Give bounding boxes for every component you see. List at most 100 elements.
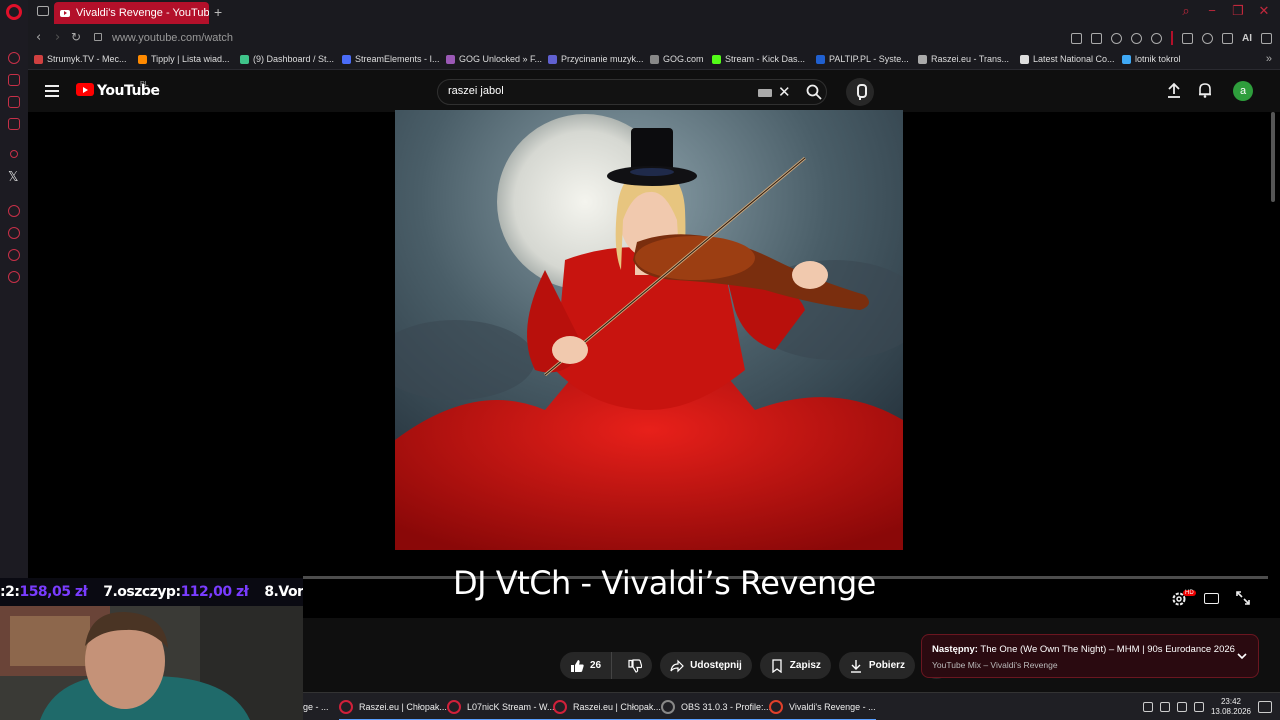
like-count: 26	[590, 660, 602, 671]
youtube-wordmark[interactable]: YouTube	[97, 83, 160, 99]
percent-icon[interactable]	[10, 150, 18, 158]
search-box[interactable]: raszei jabol ✕	[437, 79, 827, 105]
bookmark-favicon-icon	[1122, 54, 1131, 64]
opera-logo-icon[interactable]	[6, 4, 22, 20]
voice-search-button[interactable]	[846, 78, 874, 106]
bag-icon[interactable]	[8, 74, 20, 86]
tray-app-icon[interactable]	[1142, 702, 1153, 712]
next-up-card[interactable]: Następny: The One (We Own The Night) – M…	[921, 634, 1259, 678]
new-tab-button[interactable]: +	[214, 4, 222, 20]
ticker-prefix: 8.Vor	[264, 584, 303, 600]
keyboard-icon[interactable]	[758, 89, 772, 97]
forward-icon[interactable]: ›	[55, 30, 60, 45]
bookmark-item[interactable]: GOG.com	[650, 54, 704, 64]
clock[interactable]: 23:42 13.08.2026	[1211, 697, 1251, 717]
chevron-down-icon[interactable]	[1236, 650, 1248, 662]
menu-icon[interactable]	[1261, 32, 1272, 44]
player-icon[interactable]	[8, 205, 20, 217]
taskbar-item[interactable]: L07nicK Stream - W...	[447, 697, 555, 720]
youtube-header: YouTube PL raszei jabol ✕ a	[28, 70, 1280, 112]
bookmark-item[interactable]: Stream - Kick Das...	[712, 54, 805, 64]
notifications-icon[interactable]	[1258, 701, 1272, 713]
video-player[interactable]: DJ VtCh - Vivaldi’s Revenge HD	[28, 110, 1280, 618]
heart-icon[interactable]	[1151, 32, 1162, 44]
save-label: Zapisz	[789, 660, 821, 671]
tab-youtube[interactable]: Vivaldi's Revenge - YouTube	[54, 2, 209, 24]
bookmark-item[interactable]: lotnik tokrol	[1122, 54, 1181, 64]
taskbar-item[interactable]: Raszei.eu | Chłopak...	[553, 697, 661, 720]
microphone-icon[interactable]	[1193, 702, 1204, 712]
play-icon[interactable]	[1131, 32, 1142, 44]
maximize-button[interactable]: ❐	[1232, 4, 1244, 17]
aria-ai-button[interactable]: AI	[1242, 33, 1252, 44]
bookmark-item[interactable]: Latest National Co...	[1020, 54, 1115, 64]
bookmark-item[interactable]: PALTIP.PL - Syste...	[816, 54, 909, 64]
bookmark-label: Latest National Co...	[1033, 54, 1115, 64]
notifications-bell-icon[interactable]	[1198, 82, 1212, 98]
bookmark-label: lotnik tokrol	[1135, 54, 1181, 64]
dislike-button[interactable]	[618, 652, 652, 679]
taskbar-item[interactable]: Vivaldi's Revenge - ...	[769, 697, 876, 720]
save-button[interactable]: Zapisz	[759, 652, 831, 679]
bookmark-favicon-icon	[650, 54, 659, 64]
tab-title: Vivaldi's Revenge - YouTube	[76, 7, 209, 19]
bookmark-item[interactable]: Strumyk.TV - Mec...	[34, 54, 127, 64]
close-window-button[interactable]: ✕	[1258, 4, 1270, 17]
download-icon[interactable]	[1222, 32, 1233, 44]
bookmark-favicon-icon	[816, 54, 825, 64]
bookmark-item[interactable]: Przycinanie muzyk...	[548, 54, 644, 64]
shield-icon[interactable]	[1111, 32, 1122, 44]
reload-icon[interactable]: ↻	[71, 30, 81, 44]
taskbar-item-label: ge - ...	[303, 702, 329, 712]
bookmark-item[interactable]: GOG Unlocked » F...	[446, 54, 542, 64]
bookmark-item[interactable]: Tipply | Lista wiad...	[138, 54, 230, 64]
url-field[interactable]: www.youtube.com/watch	[112, 32, 233, 44]
messenger-icon[interactable]	[8, 96, 20, 108]
share-button[interactable]: Udostępnij	[660, 652, 752, 679]
page-scrollbar[interactable]	[1271, 112, 1275, 202]
avatar[interactable]: a	[1233, 81, 1253, 101]
progress-bar[interactable]	[303, 576, 1268, 579]
bookmark-label: Tipply | Lista wiad...	[151, 54, 230, 64]
profile-icon[interactable]	[1202, 32, 1213, 44]
taskbar-item[interactable]: OBS 31.0.3 - Profile:...	[661, 697, 772, 720]
bookmark-item[interactable]: StreamElements - I...	[342, 54, 440, 64]
back-icon[interactable]: ‹	[36, 30, 41, 45]
like-button[interactable]: 26	[560, 652, 613, 679]
clear-search-icon[interactable]: ✕	[778, 83, 791, 101]
upload-icon[interactable]	[1167, 82, 1181, 98]
volume-icon[interactable]	[1159, 702, 1170, 712]
history-icon[interactable]	[8, 227, 20, 239]
youtube-logo-icon[interactable]	[76, 83, 94, 96]
minimize-button[interactable]: −	[1206, 4, 1218, 17]
snapshot-icon[interactable]	[1091, 32, 1102, 44]
search-tabs-icon[interactable]: ⌕	[1180, 4, 1192, 17]
whatsapp-icon[interactable]	[8, 249, 20, 261]
bookmark-item[interactable]: (9) Dashboard / St...	[240, 54, 334, 64]
taskbar-item[interactable]: Raszei.eu | Chłopak...	[339, 697, 447, 720]
bookmark-item[interactable]: Raszei.eu - Trans...	[918, 54, 1009, 64]
taskbar-item[interactable]: ge - ...	[303, 697, 329, 717]
bookmark-label: Raszei.eu - Trans...	[931, 54, 1010, 64]
pin-icon[interactable]	[1071, 32, 1082, 44]
settings-icon[interactable]	[8, 271, 20, 283]
vk-icon[interactable]	[8, 118, 20, 130]
bookmark-label: GOG Unlocked » F...	[459, 54, 543, 64]
tab-overview-icon[interactable]	[37, 6, 49, 16]
theater-mode-icon[interactable]	[1204, 593, 1219, 604]
search-input[interactable]: raszei jabol	[448, 85, 504, 97]
address-bar: ‹ › ↻ www.youtube.com/watch AI	[28, 26, 1280, 50]
search-icon[interactable]	[806, 84, 822, 100]
app-icon	[661, 700, 675, 714]
lock-icon[interactable]	[94, 33, 102, 41]
taskbar-item-label: Vivaldi's Revenge - ...	[789, 702, 876, 712]
ticker-amount: 112,00 zł	[180, 584, 249, 600]
speed-dial-icon[interactable]	[8, 52, 20, 64]
fullscreen-icon[interactable]	[1236, 591, 1250, 605]
menu-icon[interactable]	[45, 85, 59, 97]
network-icon[interactable]	[1176, 702, 1187, 712]
bookmarks-more-icon[interactable]: »	[1266, 53, 1272, 65]
download-button[interactable]: Pobierz	[838, 652, 916, 679]
extensions-icon[interactable]	[1182, 32, 1193, 44]
x-twitter-icon[interactable]: 𝕏	[8, 170, 18, 185]
